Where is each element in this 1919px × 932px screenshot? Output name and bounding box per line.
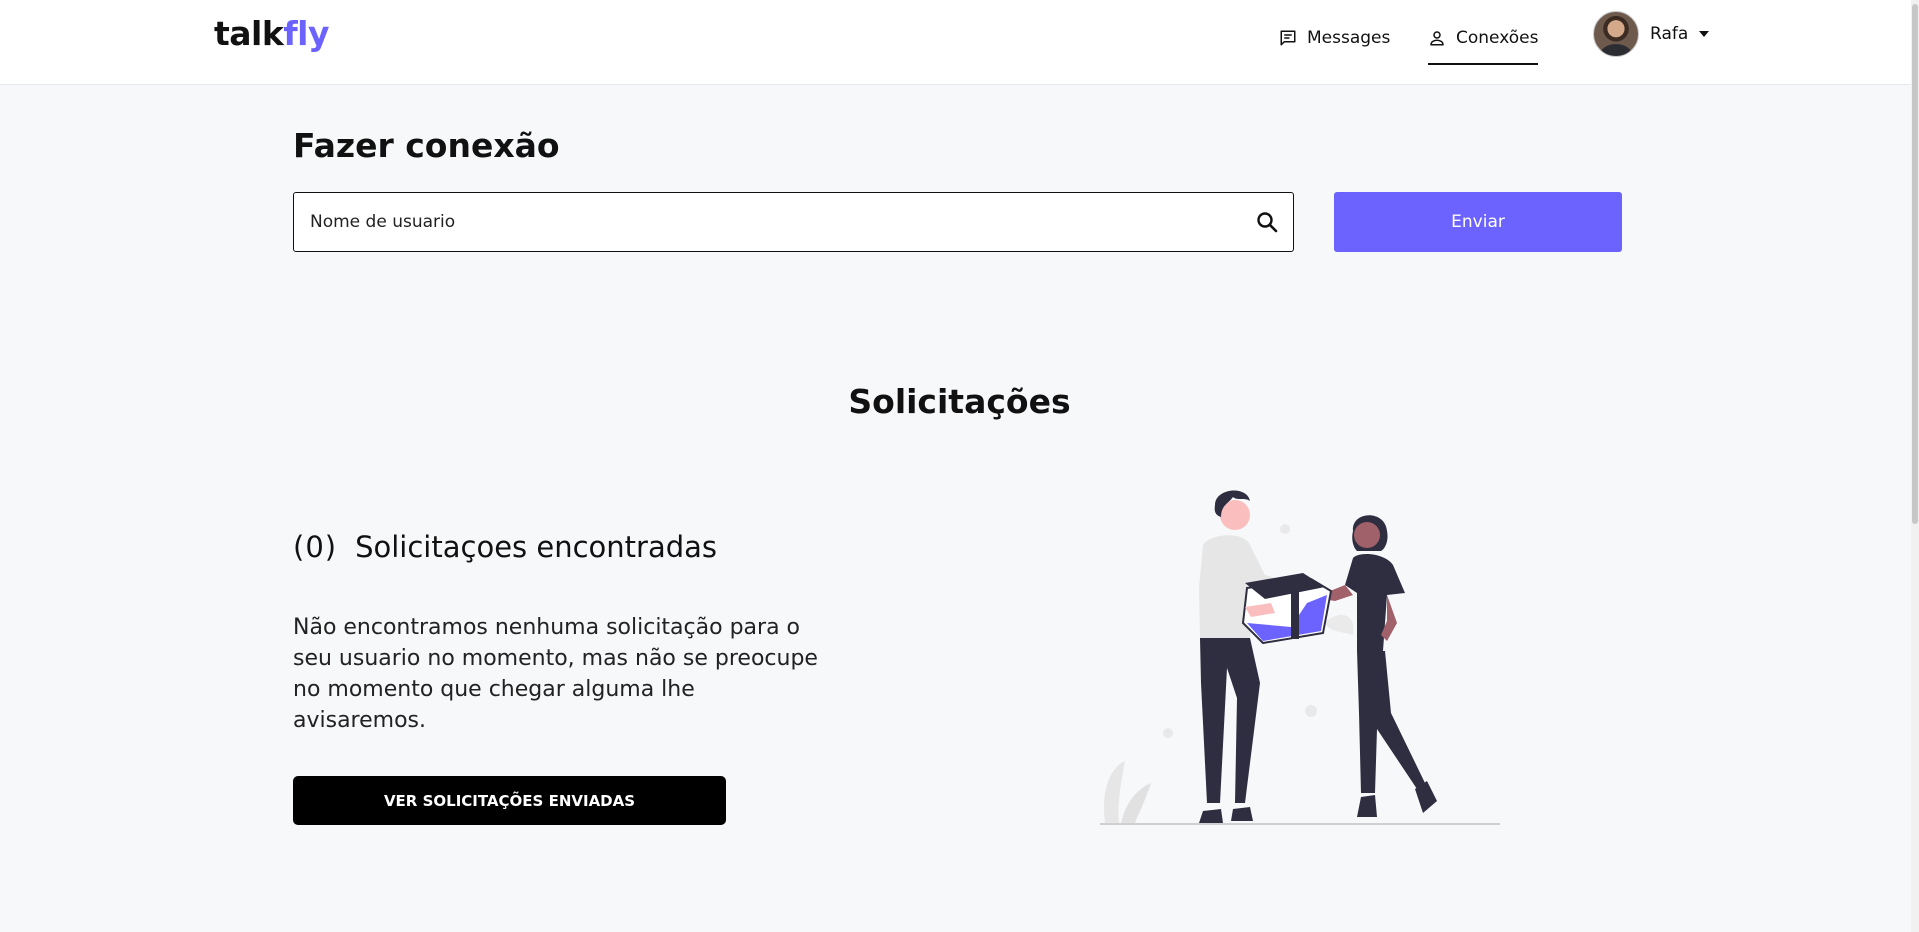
view-sent-requests-button[interactable]: VER SOLICITAÇÕES ENVIADAS <box>293 776 726 825</box>
active-tab-indicator <box>1428 63 1539 65</box>
people-exchanging-gift-illustration <box>1100 490 1500 825</box>
search-icon[interactable] <box>1255 210 1279 238</box>
caret-down-icon <box>1699 31 1710 37</box>
requests-found-label: Solicitaçoes encontradas <box>355 530 717 564</box>
scrollbar-thumb[interactable] <box>1912 4 1918 524</box>
username-search-box <box>293 192 1294 252</box>
nav-messages-label: Messages <box>1307 28 1391 48</box>
empty-message: Não encontramos nenhuma solicitação para… <box>293 615 818 733</box>
nav-messages[interactable]: Messages <box>1279 20 1390 56</box>
app-logo[interactable]: talkfly <box>214 14 329 53</box>
page-scrollbar[interactable] <box>1911 0 1919 932</box>
user-name: Rafa <box>1650 24 1689 44</box>
send-button[interactable]: Enviar <box>1334 192 1622 252</box>
nav-conexoes[interactable]: Conexões <box>1428 20 1539 65</box>
requests-count-row: (0) Solicitaçoes encontradas <box>293 530 717 564</box>
avatar <box>1593 11 1639 57</box>
nav-conexoes-label: Conexões <box>1456 28 1539 48</box>
page-title: Fazer conexão <box>293 126 560 165</box>
user-menu[interactable]: Rafa <box>1593 11 1710 57</box>
user-icon <box>1428 29 1446 47</box>
top-navbar: talkfly Messages Conexões Rafa <box>0 0 1919 85</box>
message-icon <box>1279 29 1297 47</box>
username-input[interactable] <box>310 193 1210 250</box>
requests-count: (0) <box>293 530 338 564</box>
requests-title: Solicitações <box>848 382 1071 421</box>
